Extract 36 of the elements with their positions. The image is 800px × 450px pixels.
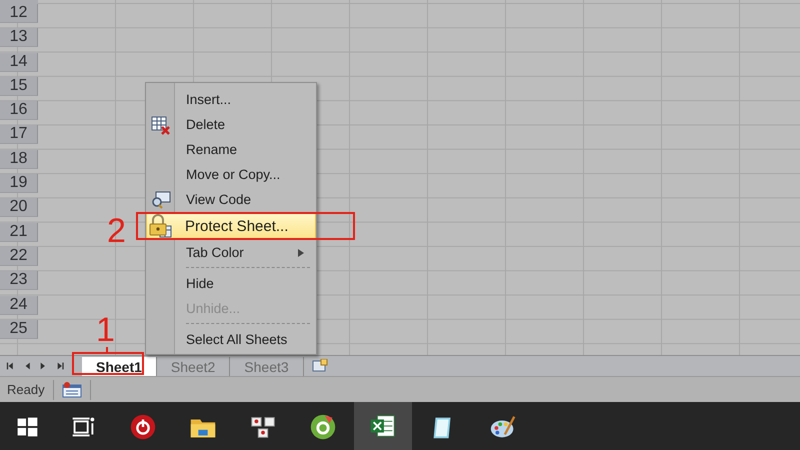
row-number: 17	[0, 125, 38, 144]
delete-table-icon	[151, 114, 171, 134]
menu-item[interactable]: Rename	[148, 137, 314, 162]
insert-sheet-icon[interactable]	[312, 359, 328, 373]
row-number: 18	[0, 150, 38, 169]
highlight-frame	[72, 352, 144, 375]
step-number: 1	[96, 313, 115, 347]
menu-item[interactable]: Delete	[148, 112, 314, 137]
caret-icon	[298, 248, 304, 256]
last-sheet-icon[interactable]	[56, 361, 64, 371]
row-number: 23	[0, 271, 38, 290]
row-number: 22	[0, 246, 38, 266]
row-number: 14	[0, 52, 38, 72]
row-number: 25	[0, 320, 38, 339]
row-number: 20	[0, 198, 38, 218]
menu-item[interactable]: View Code	[148, 187, 314, 212]
row-number: 21	[0, 222, 38, 242]
spreadsheet-icon[interactable]	[354, 402, 412, 450]
status-text: Ready	[7, 382, 45, 397]
row-number: 15	[0, 76, 38, 96]
menu-item[interactable]: Insert...	[148, 87, 314, 112]
menu-item[interactable]: Tab Color	[148, 240, 314, 265]
row-number: 19	[0, 174, 38, 194]
macro-record-icon[interactable]	[62, 382, 82, 398]
view-code-icon	[151, 190, 171, 210]
step-number: 2	[107, 214, 126, 248]
menu-item[interactable]: Select All Sheets	[148, 327, 314, 352]
row-number: 16	[0, 101, 38, 120]
next-sheet-icon[interactable]	[39, 361, 48, 371]
menu-item[interactable]: Move or Copy...	[148, 162, 314, 187]
row-number: 12	[0, 4, 38, 23]
first-sheet-icon[interactable]	[6, 361, 14, 371]
row-number: 24	[0, 296, 38, 315]
lock-icon	[148, 214, 172, 238]
row-number: 13	[0, 28, 38, 48]
menu-item[interactable]: Hide	[148, 271, 314, 296]
